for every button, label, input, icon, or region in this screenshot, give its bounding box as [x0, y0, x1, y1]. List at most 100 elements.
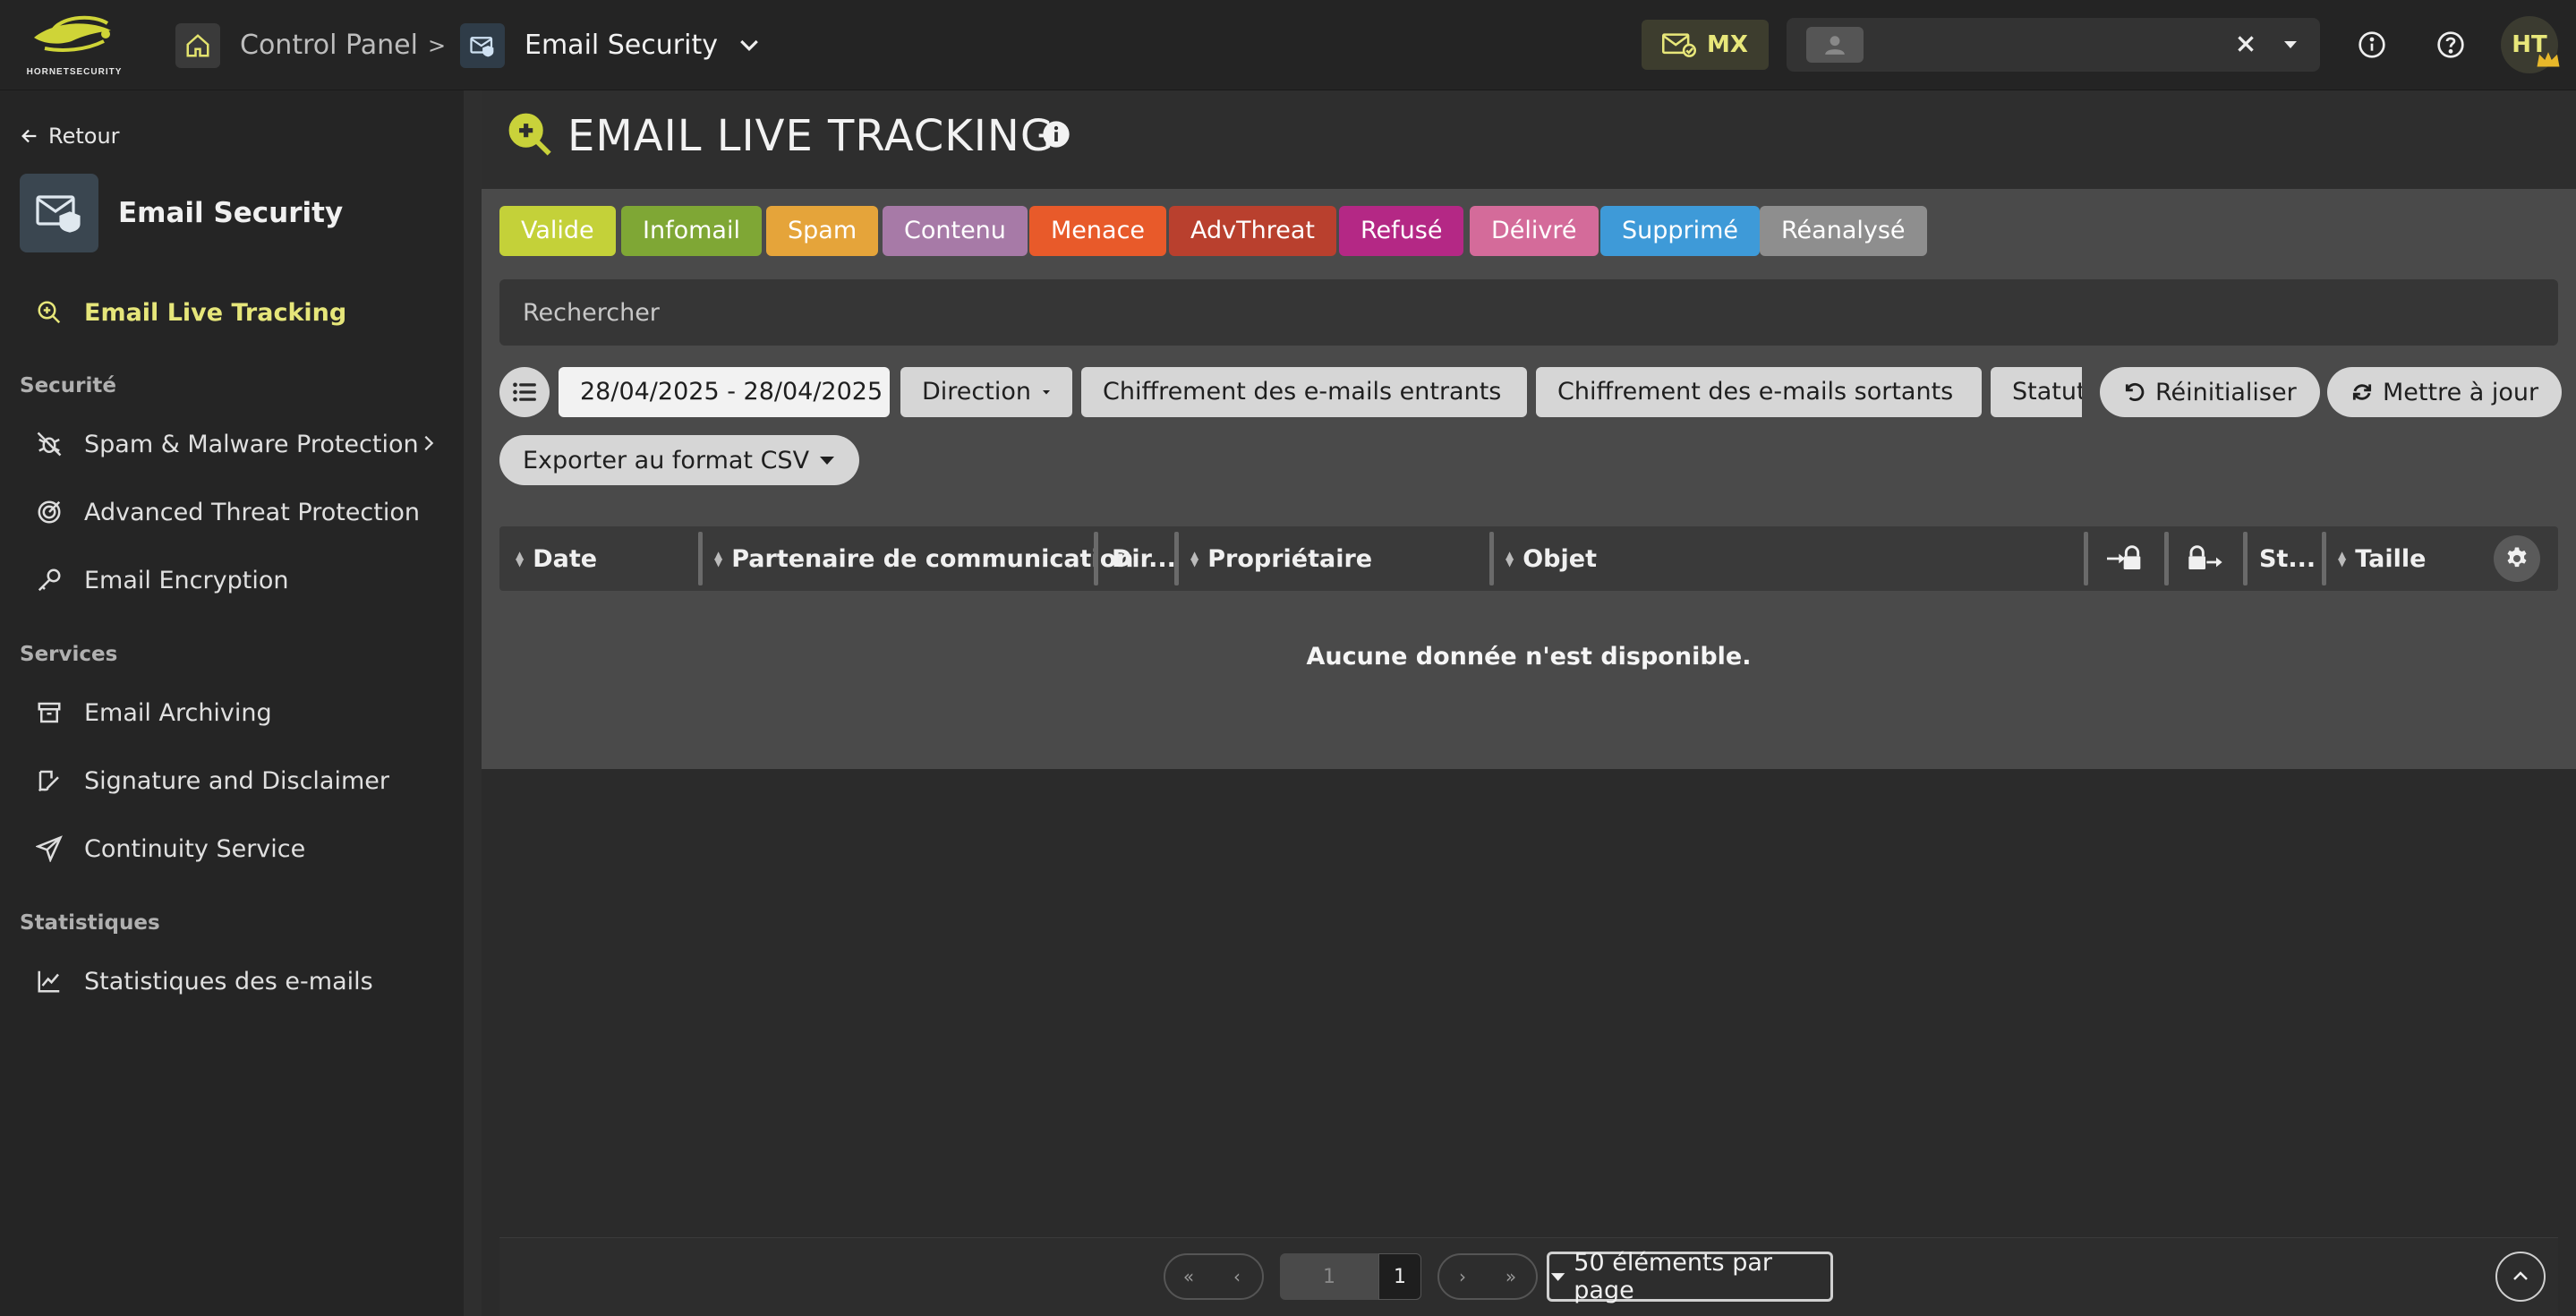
sidebar-item-email-encryption[interactable]: Email Encryption — [36, 562, 288, 598]
export-csv-button[interactable]: Exporter au format CSV — [499, 435, 860, 485]
next-page-icon[interactable]: › — [1439, 1253, 1486, 1300]
breadcrumb-control-panel[interactable]: Control Panel — [240, 23, 418, 68]
date-range-value: 28/04/2025 - 28/04/2025 — [580, 378, 883, 406]
column-direction[interactable]: Dir... — [1112, 526, 1176, 591]
chip-advthreat[interactable]: AdvThreat — [1169, 206, 1336, 256]
arrow-left-icon — [21, 129, 37, 143]
home-icon[interactable] — [175, 23, 220, 68]
chip-label: Supprimé — [1622, 217, 1739, 244]
clear-icon[interactable] — [2234, 32, 2257, 59]
refresh-button[interactable]: Mettre à jour — [2327, 367, 2563, 417]
scroll-to-top-button[interactable] — [2495, 1252, 2546, 1302]
chip-valide[interactable]: Valide — [499, 206, 616, 256]
sidebar-item-continuity[interactable]: Continuity Service — [36, 831, 305, 867]
sort-icon: ▲ ▼ — [2338, 549, 2347, 568]
sidebar-item-email-statistics[interactable]: Statistiques des e-mails — [36, 963, 373, 999]
chip-spam[interactable]: Spam — [766, 206, 879, 256]
mx-badge[interactable]: MX — [1642, 20, 1769, 70]
hornetsecurity-logo[interactable]: HORNETSECURITY — [18, 13, 131, 77]
send-icon — [36, 835, 63, 862]
first-page-icon[interactable]: « — [1165, 1253, 1212, 1300]
column-resize-handle[interactable] — [2164, 532, 2169, 585]
info-icon[interactable] — [2350, 23, 2393, 66]
outgoing-encryption-dropdown[interactable]: Chiffrement des e-mails sortants — [1536, 367, 1982, 417]
search-input[interactable] — [499, 279, 2558, 346]
sidebar-item-label: Spam & Malware Protection — [84, 430, 419, 458]
prev-page-icon[interactable]: ‹ — [1214, 1253, 1260, 1300]
sidebar-item-signature[interactable]: Signature and Disclaimer — [36, 763, 389, 799]
top-bar: HORNETSECURITY Control Panel > Email Sec… — [0, 0, 2576, 90]
page-title: EMAIL LIVE TRACKING — [567, 111, 1055, 161]
column-owner[interactable]: ▲ ▼ Propriétaire — [1190, 526, 1372, 591]
column-resize-handle[interactable] — [698, 532, 703, 585]
column-resize-handle[interactable] — [1489, 532, 1494, 585]
column-date[interactable]: ▲ ▼ Date — [516, 526, 597, 591]
chip-infomail[interactable]: Infomail — [621, 206, 762, 256]
chip-contenu[interactable]: Contenu — [883, 206, 1028, 256]
chip-label: Refusé — [1361, 217, 1443, 244]
sort-icon: ▲ ▼ — [516, 549, 525, 568]
email-security-icon — [460, 23, 505, 68]
column-status[interactable]: St... — [2259, 526, 2316, 591]
last-page-icon[interactable]: » — [1488, 1253, 1534, 1300]
tenant-selector[interactable] — [1787, 18, 2320, 72]
column-resize-handle[interactable] — [1174, 532, 1179, 585]
chip-delivre[interactable]: Délivré — [1470, 206, 1599, 256]
mail-check-icon — [1662, 33, 1697, 57]
incoming-encryption-dropdown[interactable]: Chiffrement des e-mails entrants — [1081, 367, 1527, 417]
status-dropdown[interactable]: Statut — [1991, 367, 2082, 417]
column-label: Date — [533, 544, 598, 573]
page-number-input[interactable]: 1 — [1280, 1253, 1378, 1300]
column-outgoing-lock[interactable] — [2188, 526, 2223, 591]
refresh-label: Mettre à jour — [2383, 378, 2539, 406]
sidebar-item-email-archiving[interactable]: Email Archiving — [36, 695, 272, 731]
column-resize-handle[interactable] — [2084, 532, 2088, 585]
breadcrumb-module[interactable]: Email Security — [525, 23, 718, 68]
column-size[interactable]: ▲ ▼ Taille — [2338, 526, 2426, 591]
refresh-icon — [2352, 384, 2372, 400]
column-label: Dir... — [1112, 544, 1176, 573]
direction-dropdown[interactable]: Direction — [900, 367, 1072, 417]
incoming-encryption-label: Chiffrement des e-mails entrants — [1103, 378, 1502, 406]
signature-icon — [38, 770, 59, 792]
crown-icon — [2535, 48, 2562, 75]
sidebar-item-advanced-threat[interactable]: Advanced Threat Protection — [36, 494, 420, 530]
archive-icon — [38, 702, 61, 723]
chip-label: Menace — [1051, 217, 1146, 244]
chip-reanalyse[interactable]: Réanalysé — [1760, 206, 1927, 256]
column-partner[interactable]: ▲ ▼ Partenaire de communication — [714, 526, 1134, 591]
logo-text: HORNETSECURITY — [26, 67, 123, 77]
reset-label: Réinitialiser — [2155, 378, 2297, 406]
chip-refuse[interactable]: Refusé — [1339, 206, 1464, 256]
chip-label: Valide — [521, 217, 594, 244]
date-range-picker[interactable]: 28/04/2025 - 28/04/2025 — [559, 367, 890, 417]
column-subject[interactable]: ▲ ▼ Objet — [1506, 526, 1597, 591]
table-settings-button[interactable] — [2494, 535, 2540, 582]
help-icon[interactable] — [2429, 23, 2472, 66]
sidebar-item-email-live-tracking[interactable]: Email Live Tracking — [36, 295, 346, 330]
column-resize-handle[interactable] — [1094, 532, 1098, 585]
section-title-statistics: Statistiques — [20, 911, 160, 935]
bug-off-icon — [37, 432, 62, 457]
column-incoming-lock[interactable] — [2107, 526, 2143, 591]
caret-down-icon[interactable] — [2281, 36, 2300, 57]
sidebar-item-label: Email Encryption — [84, 566, 289, 594]
info-icon[interactable] — [1042, 120, 1070, 152]
sort-icon: ▲ ▼ — [714, 549, 723, 568]
column-resize-handle[interactable] — [2322, 532, 2326, 585]
sidebar-item-label: Email Archiving — [84, 698, 272, 727]
column-label: Partenaire de communication — [731, 544, 1134, 573]
per-page-selector[interactable]: 50 éléments par page — [1547, 1249, 1833, 1304]
reset-button[interactable]: Réinitialiser — [2100, 367, 2320, 417]
back-link[interactable]: Retour — [20, 124, 120, 149]
column-resize-handle[interactable] — [2243, 532, 2248, 585]
chip-menace[interactable]: Menace — [1029, 206, 1167, 256]
sort-icon: ▲ ▼ — [1506, 549, 1514, 568]
chevron-down-icon[interactable] — [734, 32, 764, 63]
column-list-button[interactable] — [499, 367, 550, 417]
chip-supprime[interactable]: Supprimé — [1600, 206, 1761, 256]
chip-label: Spam — [788, 217, 857, 244]
sidebar-item-spam-malware[interactable]: Spam & Malware Protection — [36, 426, 419, 462]
chevron-right-icon[interactable] — [419, 432, 439, 458]
key-icon — [38, 568, 61, 592]
